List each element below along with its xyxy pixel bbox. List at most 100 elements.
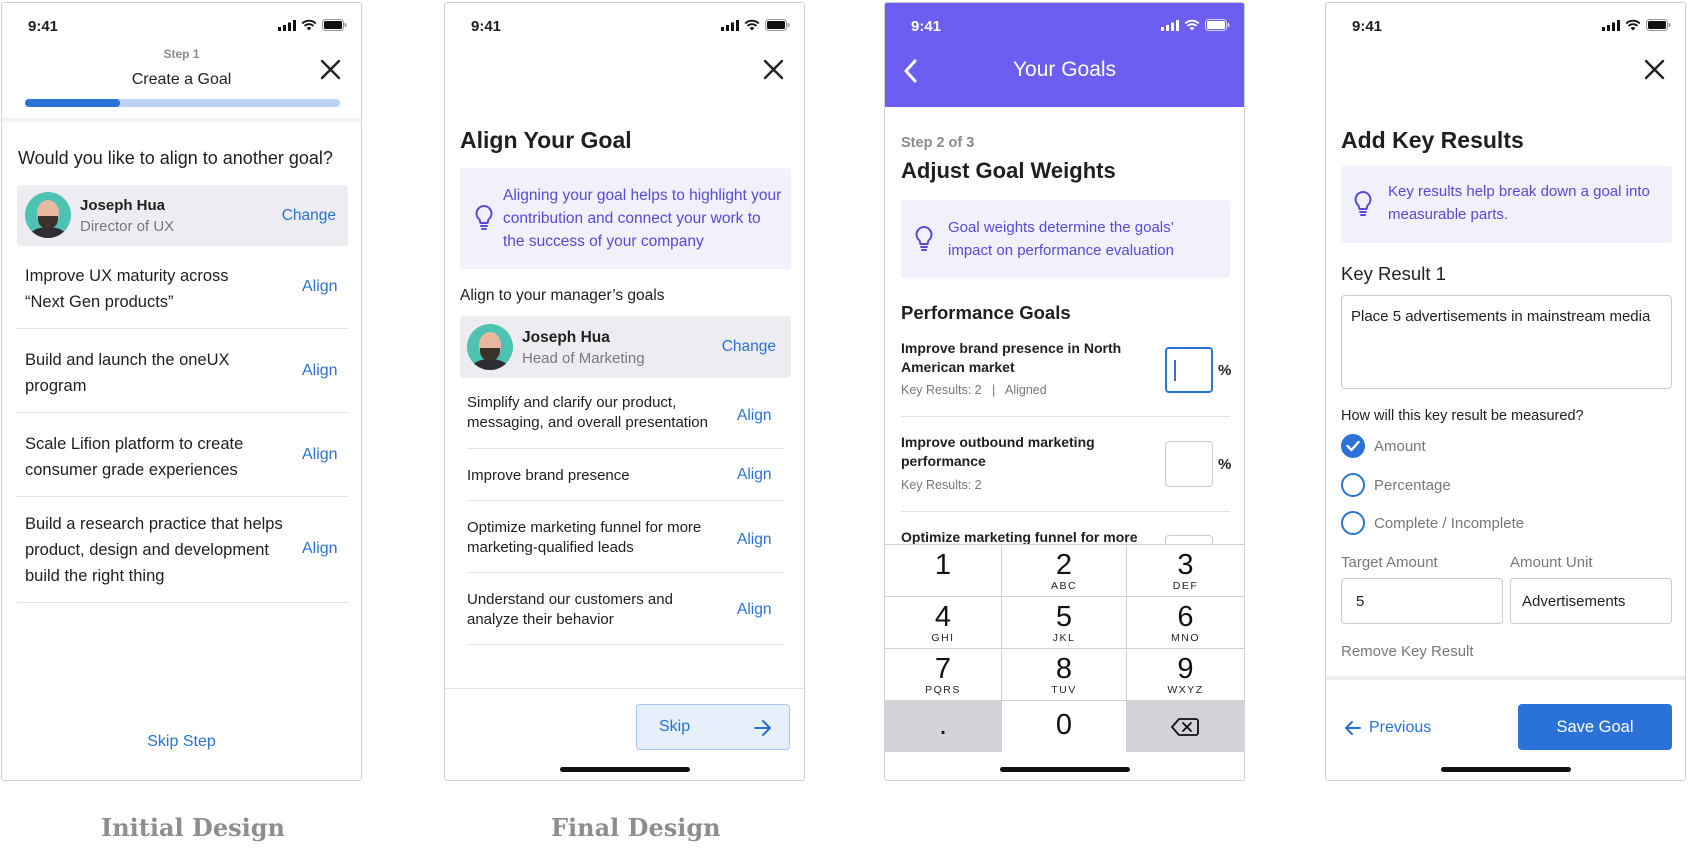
status-bar: 9:41: [1326, 3, 1685, 47]
hint-text: Key results help break down a goal into …: [1388, 183, 1650, 223]
align-button[interactable]: Align: [737, 601, 771, 619]
status-icons: [721, 19, 790, 31]
align-button[interactable]: Align: [737, 466, 771, 484]
goal-text: Scale Lifion platform to create consumer…: [25, 435, 244, 479]
key-3[interactable]: 3 DEF: [1127, 550, 1244, 592]
goal-title: Improve brand presence in North American…: [901, 340, 1122, 375]
target-amount-value: 5: [1356, 593, 1365, 610]
home-indicator: [559, 767, 690, 772]
key-9[interactable]: 9 WXYZ: [1127, 654, 1244, 696]
radio-complete-incomplete[interactable]: [1341, 511, 1365, 535]
status-bar: 9:41: [885, 3, 1244, 47]
weight-input[interactable]: [1165, 441, 1213, 487]
key-7[interactable]: 7 PQRS: [885, 654, 1001, 696]
numeric-keypad: 1 2 ABC 3 DEF 4 GHI 5 JKL 6 MNO 7 PQRS 8 TUV 9W…: [885, 544, 1244, 780]
avatar: [25, 192, 71, 238]
goal-text: Understand our customers and analyze the…: [467, 591, 673, 628]
key-digit: 0: [1055, 709, 1073, 741]
manager-card: Joseph Hua Head of Marketing Change: [460, 316, 791, 378]
key-digit: 6: [1177, 601, 1194, 633]
align-button[interactable]: Align: [737, 531, 771, 549]
arrow-right-icon: [754, 720, 771, 736]
hint-text: Goal weights determine the goals’ impact…: [948, 219, 1174, 259]
status-time: 9:41: [911, 18, 942, 35]
key-digit: 5: [1055, 601, 1073, 633]
align-button[interactable]: Align: [302, 540, 338, 558]
remove-key-result-link[interactable]: Remove Key Result: [1341, 643, 1474, 660]
goal-text: Simplify and clarify our product, messag…: [467, 394, 708, 431]
hint-box: Aligning your goal helps to highlight yo…: [460, 168, 791, 269]
radio-percentage[interactable]: [1341, 473, 1365, 497]
divider: [17, 328, 348, 329]
key-letters: DEF: [1172, 580, 1199, 592]
save-goal-button[interactable]: Save Goal: [1518, 704, 1672, 750]
key-digit: 4: [934, 601, 952, 633]
add-key-results-screen: 9:41 Add Key Results Key results help br…: [1325, 2, 1686, 781]
key-1[interactable]: 1: [885, 550, 1001, 580]
backspace-icon[interactable]: [1171, 717, 1199, 737]
previous-label: Previous: [1369, 719, 1432, 736]
close-icon[interactable]: [761, 57, 787, 83]
skip-step-button[interactable]: Skip Step: [2, 733, 361, 751]
change-button[interactable]: Change: [722, 338, 776, 356]
status-time: 9:41: [28, 18, 59, 35]
close-icon[interactable]: [318, 57, 344, 83]
page-title: Adjust Goal Weights: [901, 158, 1116, 183]
arrow-left-icon: [1345, 721, 1361, 735]
manager-name: Joseph Hua: [80, 197, 166, 214]
key-digit: 7: [934, 653, 952, 685]
align-button[interactable]: Align: [737, 407, 771, 425]
option-label: Amount: [1374, 438, 1426, 455]
divider: [17, 412, 348, 413]
initial-design-screen: 9:41 Step 1 Create a Goal Would you like…: [1, 2, 362, 781]
amount-unit-input[interactable]: Advertisements: [1510, 578, 1672, 624]
key-decimal[interactable]: .: [885, 710, 1001, 740]
signal-icon: [1161, 19, 1179, 31]
key-result-input[interactable]: Place 5 advertisements in mainstream med…: [1341, 295, 1672, 389]
divider: [901, 511, 1230, 512]
key-0[interactable]: 0: [1002, 710, 1126, 740]
key-8[interactable]: 8 TUV: [1002, 654, 1126, 696]
battery-icon: [765, 19, 790, 31]
divider: [17, 602, 348, 603]
final-design-caption: Final Design: [551, 813, 721, 842]
measure-question: How will this key result be measured?: [1341, 408, 1584, 424]
skip-button[interactable]: Skip: [636, 704, 790, 750]
key-2[interactable]: 2 ABC: [1002, 550, 1126, 592]
change-button[interactable]: Change: [282, 207, 336, 225]
manager-role: Head of Marketing: [522, 350, 645, 367]
manager-name: Joseph Hua: [522, 329, 610, 346]
percent-unit: %: [1218, 456, 1232, 473]
radio-amount[interactable]: [1341, 434, 1365, 458]
adjust-weights-screen: 9:41 Your Goals Step 2 of 3 Adjust Goal …: [884, 2, 1245, 781]
align-button[interactable]: Align: [302, 446, 338, 464]
progress-fill: [25, 99, 120, 107]
progress-bar: [25, 99, 340, 107]
key-letters: GHI: [931, 632, 955, 644]
hint-box: Goal weights determine the goals’ impact…: [901, 200, 1230, 278]
goal-text: Build and launch the oneUX program: [25, 351, 230, 395]
lightbulb-icon: [475, 204, 493, 230]
key-6[interactable]: 6 MNO: [1127, 602, 1244, 644]
manager-card: Joseph Hua Director of UX Change: [17, 185, 348, 246]
keypad-line: [885, 700, 1244, 701]
key-4[interactable]: 4 GHI: [885, 602, 1001, 644]
close-icon[interactable]: [1642, 57, 1668, 83]
key-digit: 1: [934, 549, 952, 581]
key-digit: 3: [1177, 549, 1194, 581]
divider: [467, 572, 784, 573]
weight-input[interactable]: [1165, 347, 1213, 393]
key-digit: 8: [1055, 653, 1073, 685]
footer-shadow: [1326, 676, 1685, 680]
footer-divider: [445, 688, 804, 689]
status-icons: [1602, 19, 1671, 31]
align-button[interactable]: Align: [302, 362, 338, 380]
target-amount-input[interactable]: 5: [1341, 578, 1503, 624]
manager-role: Director of UX: [80, 218, 175, 235]
key-5[interactable]: 5 JKL: [1002, 602, 1126, 644]
align-button[interactable]: Align: [302, 278, 338, 296]
goal-text: Improve UX maturity across “Next Gen pro…: [25, 267, 229, 311]
status-bar: 9:41: [445, 3, 804, 47]
page-title: Create a Goal: [131, 71, 232, 88]
status-bar: 9:41: [2, 3, 361, 47]
